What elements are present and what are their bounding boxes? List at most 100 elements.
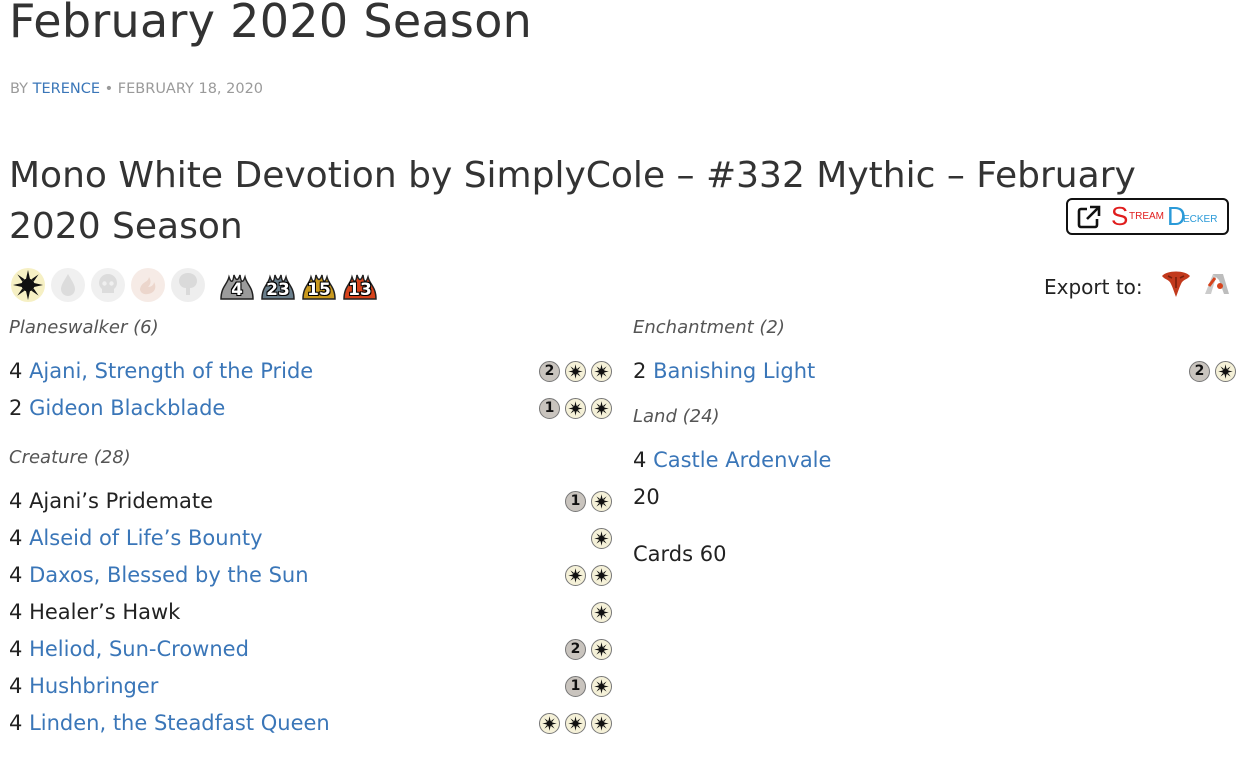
green-mana-icon	[169, 266, 207, 304]
card-qty: 4	[9, 600, 23, 624]
streamdecker-button[interactable]: S TREAM D ECKER	[1066, 198, 1229, 235]
generic-mana-icon: 1	[565, 676, 586, 697]
mana-cost: 1	[560, 676, 612, 697]
basic-land-count: 20	[633, 485, 660, 509]
card-name-link[interactable]: Linden, the Steadfast Queen	[29, 711, 330, 735]
deck-summary-icons: 4 23 15 13	[9, 263, 381, 307]
card-row: 4 Castle Ardenvale	[633, 442, 1236, 479]
mana-cost	[560, 565, 612, 586]
export-label: Export to:	[1044, 275, 1143, 299]
white-mana-icon	[591, 713, 612, 734]
white-mana-icon	[539, 713, 560, 734]
card-qty: 2	[9, 396, 23, 420]
card-name-link[interactable]: Gideon Blackblade	[29, 396, 225, 420]
group-header-land: Land (24)	[633, 406, 720, 427]
white-mana-icon	[591, 676, 612, 697]
generic-mana-icon: 1	[565, 491, 586, 512]
card-name-link[interactable]: Heliod, Sun-Crowned	[29, 637, 249, 661]
white-mana-icon	[565, 361, 586, 382]
white-mana-icon	[591, 361, 612, 382]
card-name-link[interactable]: Hushbringer	[29, 674, 158, 698]
external-link-icon	[1077, 205, 1101, 228]
card-row: 4 Alseid of Life’s Bounty	[9, 520, 612, 557]
white-mana-icon	[591, 398, 612, 419]
mythic-rarity-badge: 13	[340, 265, 380, 305]
generic-mana-icon: 2	[539, 361, 560, 382]
mana-cost: 1	[560, 491, 612, 512]
white-mana-icon	[565, 398, 586, 419]
generic-mana-icon: 2	[565, 639, 586, 660]
mana-cost	[534, 713, 612, 734]
mana-cost: 1	[534, 398, 612, 419]
card-row: 4 Linden, the Steadfast Queen	[9, 705, 612, 742]
page-title: February 2020 Season	[9, 0, 533, 48]
card-name: Healer’s Hawk	[29, 600, 181, 624]
author-link[interactable]: TERENCE	[33, 81, 100, 97]
card-qty: 2	[633, 359, 647, 383]
logo-tream: TREAM	[1129, 210, 1164, 222]
white-mana-icon	[1215, 361, 1236, 382]
card-qty: 4	[9, 526, 23, 550]
card-row: 4 Daxos, Blessed by the Sun	[9, 557, 612, 594]
common-count: 4	[231, 280, 243, 300]
mana-cost	[586, 528, 612, 549]
mtga-icon[interactable]	[1159, 266, 1193, 300]
card-qty: 4	[9, 489, 23, 513]
deck-title: Mono White Devotion by SimplyCole – #332…	[9, 155, 1136, 247]
decklist-right-column: Enchantment (2) 2 Banishing Light 2 Land…	[633, 313, 1236, 573]
white-mana-icon	[565, 565, 586, 586]
white-mana-icon	[591, 491, 612, 512]
card-row: 4 Heliod, Sun-Crowned 2	[9, 631, 612, 668]
white-mana-icon	[565, 713, 586, 734]
card-name-link[interactable]: Castle Ardenvale	[653, 448, 831, 472]
card-qty: 4	[9, 674, 23, 698]
card-row: 4 Hushbringer 1	[9, 668, 612, 705]
byline-prefix: BY	[10, 81, 29, 97]
card-qty: 4	[9, 637, 23, 661]
rare-count: 15	[307, 280, 331, 300]
card-qty: 4	[633, 448, 647, 472]
logo-s: S	[1111, 200, 1129, 231]
byline-separator: •	[104, 81, 114, 97]
card-name-link[interactable]: Ajani, Strength of the Pride	[29, 359, 313, 383]
card-row: 4 Ajani, Strength of the Pride 2	[9, 353, 612, 390]
mtgo-icon[interactable]	[1199, 266, 1233, 300]
post-date: FEBRUARY 18, 2020	[117, 81, 264, 97]
mythic-count: 13	[348, 280, 372, 300]
white-mana-icon	[591, 565, 612, 586]
red-mana-icon	[129, 266, 167, 304]
card-row: 2 Banishing Light 2	[633, 353, 1236, 390]
uncommon-count: 23	[266, 280, 290, 300]
generic-mana-icon: 2	[1189, 361, 1210, 382]
group-header-enchantment: Enchantment (2)	[633, 317, 785, 338]
black-mana-icon	[89, 266, 127, 304]
logo-ecker: ECKER	[1183, 213, 1218, 225]
card-name-link[interactable]: Daxos, Blessed by the Sun	[29, 563, 308, 587]
group-header-creature: Creature (28)	[9, 447, 131, 468]
generic-mana-icon: 1	[539, 398, 560, 419]
card-name-link[interactable]: Banishing Light	[653, 359, 815, 383]
card-qty: 4	[9, 711, 23, 735]
card-name-link[interactable]: Alseid of Life’s Bounty	[29, 526, 263, 550]
card-row: 2 Gideon Blackblade 1	[9, 390, 612, 427]
blue-mana-icon	[49, 266, 87, 304]
card-row: 4 Ajani’s Pridemate 1	[9, 483, 612, 520]
mana-cost	[586, 602, 612, 623]
card-name: Ajani’s Pridemate	[29, 489, 214, 513]
streamdecker-logo: S TREAM D ECKER	[1111, 202, 1221, 232]
mana-cost: 2	[534, 361, 612, 382]
card-qty: 4	[9, 359, 23, 383]
mana-cost: 2	[1184, 361, 1236, 382]
post-byline: BY TERENCE • FEBRUARY 18, 2020	[10, 81, 263, 97]
card-qty: 4	[9, 563, 23, 587]
card-row: 4 Healer’s Hawk	[9, 594, 612, 631]
decklist-left-column: Planeswalker (6) 4 Ajani, Strength of th…	[9, 313, 612, 742]
white-mana-icon	[591, 528, 612, 549]
uncommon-rarity-badge: 23	[258, 265, 298, 305]
cards-total: Cards 60	[633, 542, 727, 566]
export-section: Export to:	[1044, 266, 1233, 300]
mana-cost: 2	[560, 639, 612, 660]
group-header-planeswalker: Planeswalker (6)	[9, 317, 159, 338]
rare-rarity-badge: 15	[299, 265, 339, 305]
white-mana-icon	[591, 639, 612, 660]
